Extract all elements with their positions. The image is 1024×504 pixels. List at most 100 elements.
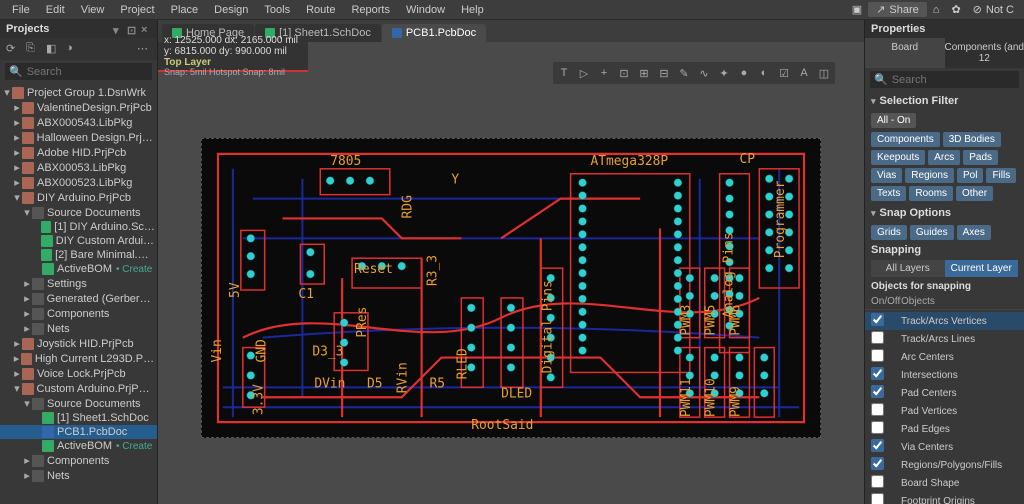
pcb-tool-10[interactable]: ◐ — [755, 64, 773, 82]
tree-item[interactable]: ▸ValentineDesign.PrjPcb — [0, 100, 157, 115]
snap-object-row[interactable]: Arc Centers — [865, 348, 1024, 366]
menu-place[interactable]: Place — [163, 2, 207, 18]
snap-object-row[interactable]: Footprint Origins — [865, 492, 1024, 504]
snap-checkbox[interactable] — [871, 385, 884, 398]
filter-pill[interactable]: Other — [956, 186, 993, 201]
menu-design[interactable]: Design — [206, 2, 256, 18]
tree-item[interactable]: ▸ABX000523.LibPkg — [0, 175, 157, 190]
filter-pill[interactable]: Fills — [986, 168, 1016, 183]
tree-item[interactable]: ▸Components — [0, 306, 157, 321]
snap-checkbox[interactable] — [871, 439, 884, 452]
pcb-tool-8[interactable]: ✦ — [715, 64, 733, 82]
tree-item[interactable]: [1] Sheet1.SchDoc — [0, 411, 157, 425]
snap-object-row[interactable]: Intersections — [865, 366, 1024, 384]
tree-item[interactable]: ▸Joystick HID.PrjPcb — [0, 336, 157, 351]
snap-object-row[interactable]: Pad Centers — [865, 384, 1024, 402]
filter-pill[interactable]: Keepouts — [871, 150, 925, 165]
snap-pill[interactable]: Guides — [910, 225, 954, 240]
pcb-tool-0[interactable]: T — [555, 64, 573, 82]
snap-pill[interactable]: Grids — [871, 225, 907, 240]
buy-icon[interactable]: ▣ — [846, 1, 868, 18]
tab-pcb1[interactable]: PCB1.PcbDoc — [382, 24, 486, 42]
pcb-canvas[interactable]: 7805 ATmega328P CP Programmer Analog Pin… — [158, 72, 864, 504]
more-icon[interactable]: ⋯ — [137, 42, 151, 56]
snap-checkbox[interactable] — [871, 493, 884, 504]
pcb-tool-11[interactable]: ☑ — [775, 64, 793, 82]
projects-search-input[interactable] — [27, 66, 169, 78]
tree-item[interactable]: ▾Source Documents — [0, 205, 157, 220]
snap-object-row[interactable]: Via Centers — [865, 438, 1024, 456]
tree-item[interactable]: DIY Custom Arduino.l — [0, 234, 157, 248]
projects-search[interactable]: 🔍 — [5, 63, 152, 80]
home-icon[interactable]: ⌂ — [927, 2, 946, 18]
snap-object-row[interactable]: Pad Edges — [865, 420, 1024, 438]
menu-project[interactable]: Project — [112, 2, 162, 18]
menu-file[interactable]: File — [4, 2, 38, 18]
tree-item[interactable]: ▸Adobe HID.PrjPcb — [0, 145, 157, 160]
properties-search-input[interactable] — [892, 74, 1024, 86]
filter-icon[interactable]: ◧ — [46, 42, 60, 56]
snap-checkbox[interactable] — [871, 313, 884, 326]
snap-object-row[interactable]: Regions/Polygons/Fills — [865, 456, 1024, 474]
pcb-tool-6[interactable]: ✎ — [675, 64, 693, 82]
tree-item[interactable]: ▾Source Documents — [0, 396, 157, 411]
menu-view[interactable]: View — [73, 2, 113, 18]
section-snap-options[interactable]: Snap Options — [865, 203, 1024, 223]
filter-pill[interactable]: Regions — [905, 168, 954, 183]
tree-item[interactable]: PCB1.PcbDoc — [0, 425, 157, 439]
pcb-board[interactable]: 7805 ATmega328P CP Programmer Analog Pin… — [201, 138, 821, 438]
filter-pill[interactable]: 3D Bodies — [943, 132, 1001, 147]
snap-object-row[interactable]: Track/Arcs Lines — [865, 330, 1024, 348]
tree-item[interactable]: ▸Nets — [0, 468, 157, 483]
pcb-tool-12[interactable]: A — [795, 64, 813, 82]
tab-components[interactable]: Components (and 12 — [945, 38, 1024, 68]
create-link[interactable]: • Create — [116, 264, 152, 275]
snap-checkbox[interactable] — [871, 457, 884, 470]
tree-item[interactable]: ▸Components — [0, 453, 157, 468]
tab-board[interactable]: Board — [865, 38, 945, 68]
color-icon[interactable]: ◑ — [66, 42, 80, 56]
share-button[interactable]: ↗ Share — [868, 2, 927, 17]
refresh-icon[interactable]: ⟳ — [6, 42, 20, 56]
snap-checkbox[interactable] — [871, 367, 884, 380]
filter-pill[interactable]: Vias — [871, 168, 902, 183]
menu-reports[interactable]: Reports — [343, 2, 398, 18]
snap-pill[interactable]: Axes — [957, 225, 991, 240]
tree-item[interactable]: ActiveBOM• Create — [0, 439, 157, 453]
tree-item[interactable]: ▾Project Group 1.DsnWrk — [0, 85, 157, 100]
tree-item[interactable]: ▸High Current L293D.PrjPcb — [0, 351, 157, 366]
pcb-tool-7[interactable]: ∿ — [695, 64, 713, 82]
menu-window[interactable]: Window — [398, 2, 453, 18]
tree-item[interactable]: ▸ABX000543.LibPkg — [0, 115, 157, 130]
tree-item[interactable]: [1] DIY Arduino.SchDoc — [0, 220, 157, 234]
menu-tools[interactable]: Tools — [256, 2, 298, 18]
filter-pill[interactable]: Rooms — [909, 186, 953, 201]
filter-pill[interactable]: Pads — [963, 150, 998, 165]
filter-pill[interactable]: Texts — [871, 186, 906, 201]
tree-item[interactable]: ▸Halloween Design.PrjPcl — [0, 130, 157, 145]
connect-status[interactable]: ⊘ Not C — [967, 1, 1020, 18]
panel-dropdown-icon[interactable]: ▾ — [113, 24, 123, 34]
tree-item[interactable]: [2] Bare Minimal.SchD — [0, 248, 157, 262]
menu-help[interactable]: Help — [453, 2, 492, 18]
section-selection-filter[interactable]: Selection Filter — [865, 91, 1024, 111]
snap-checkbox[interactable] — [871, 349, 884, 362]
create-link[interactable]: • Create — [116, 441, 152, 452]
panel-pin-icon[interactable]: ⊡ — [127, 24, 137, 34]
tree-item[interactable]: ▸Generated (GerberX2) — [0, 291, 157, 306]
filter-all-on[interactable]: All - On — [871, 113, 916, 128]
tree-item[interactable]: ▸Settings — [0, 276, 157, 291]
link-icon[interactable]: ⎘ — [26, 42, 40, 56]
pcb-tool-5[interactable]: ⊟ — [655, 64, 673, 82]
properties-search[interactable]: 🔍 — [870, 71, 1019, 88]
panel-close-icon[interactable]: × — [141, 24, 151, 34]
gear-icon[interactable]: ✿ — [945, 1, 966, 18]
snap-checkbox[interactable] — [871, 421, 884, 434]
pcb-tool-13[interactable]: ◫ — [815, 64, 833, 82]
pcb-tool-4[interactable]: ⊞ — [635, 64, 653, 82]
snap-checkbox[interactable] — [871, 475, 884, 488]
tree-item[interactable]: ActiveBOM• Create — [0, 262, 157, 276]
snap-checkbox[interactable] — [871, 331, 884, 344]
tree-item[interactable]: ▾Custom Arduino.PrjPcb * — [0, 381, 157, 396]
filter-pill[interactable]: Arcs — [928, 150, 960, 165]
